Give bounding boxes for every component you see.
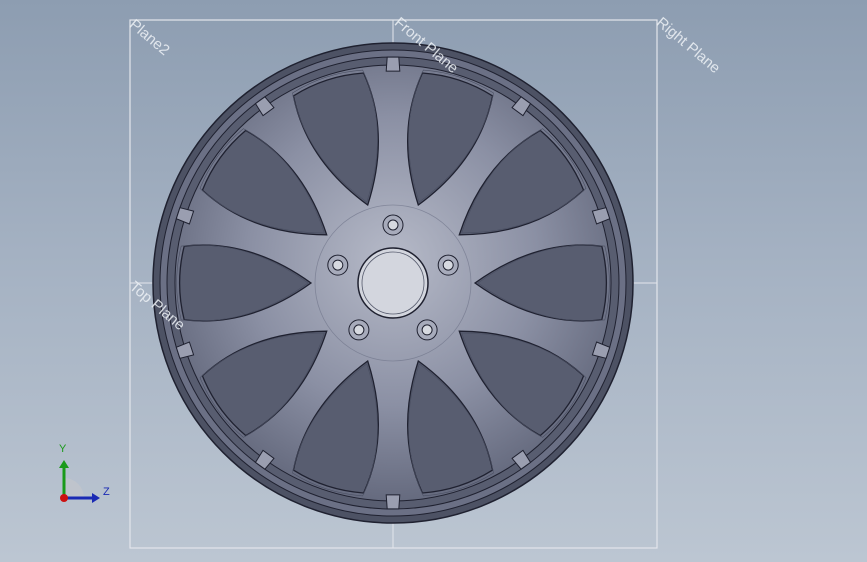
triad-y-arrow xyxy=(59,460,69,468)
model-scene[interactable] xyxy=(0,0,867,562)
center-bore[interactable] xyxy=(357,247,429,319)
wheel-rim-model[interactable] xyxy=(152,42,634,524)
reference-triad xyxy=(59,460,100,503)
lug-hole[interactable] xyxy=(353,324,365,336)
lug-hole[interactable] xyxy=(332,259,344,271)
triad-xz-quadrant xyxy=(64,478,84,498)
spoke-tip[interactable] xyxy=(385,56,401,72)
graphics-viewport[interactable]: Plane2 Front Plane Right Plane Top Plane… xyxy=(0,0,867,562)
lug-hole[interactable] xyxy=(442,259,454,271)
spoke-tip[interactable] xyxy=(385,494,401,510)
triad-z-arrow xyxy=(92,493,100,503)
triad-z-label: Z xyxy=(103,486,110,498)
triad-origin xyxy=(60,494,68,502)
triad-y-label: Y xyxy=(59,443,67,455)
lug-hole[interactable] xyxy=(387,219,399,231)
lug-hole[interactable] xyxy=(421,324,433,336)
